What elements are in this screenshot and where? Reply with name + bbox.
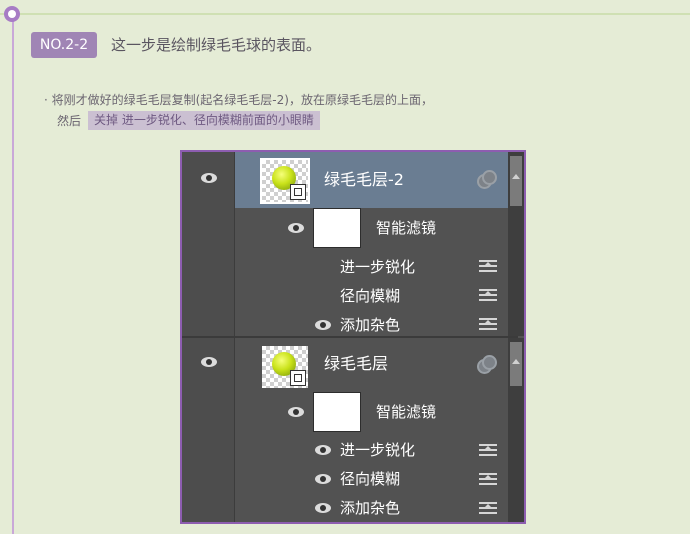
eye-icon[interactable]: [315, 445, 331, 455]
instruction-highlight: 关掉 进一步锐化、径向模糊前面的小眼睛: [88, 111, 320, 130]
filter-options-icon[interactable]: [479, 288, 497, 302]
smart-filter-link-icon[interactable]: [477, 355, 497, 374]
smart-filter-mask-thumbnail[interactable]: [313, 208, 361, 248]
filter-options-icon[interactable]: [479, 472, 497, 486]
smart-filter-mask-thumbnail[interactable]: [313, 392, 361, 432]
smart-filters-label[interactable]: 智能滤镜: [376, 403, 436, 421]
layer-row-green-fur-2[interactable]: 绿毛毛层-2: [235, 152, 518, 208]
instruction-line-2-prefix: 然后: [57, 114, 82, 128]
filter-add-noise[interactable]: 添加杂色: [340, 316, 400, 334]
smart-object-icon: [290, 184, 306, 200]
timeline-line: [12, 14, 14, 534]
filter-sharpen-more[interactable]: 进一步锐化: [340, 258, 415, 276]
scrollbar-thumb[interactable]: [510, 342, 522, 386]
smart-filters-label[interactable]: 智能滤镜: [376, 219, 436, 237]
filter-radial-blur[interactable]: 径向模糊: [340, 470, 400, 488]
step-title: 这一步是绘制绿毛毛球的表面。: [111, 36, 322, 54]
eye-icon[interactable]: [288, 407, 304, 417]
filter-options-icon[interactable]: [479, 501, 497, 515]
eye-icon[interactable]: [315, 503, 331, 513]
layer-thumbnail: [260, 158, 310, 204]
eye-icon[interactable]: [288, 223, 304, 233]
timeline-dot: [4, 6, 20, 22]
filter-add-noise[interactable]: 添加杂色: [340, 499, 400, 517]
filter-options-icon[interactable]: [479, 259, 497, 273]
layer-row-green-fur[interactable]: 绿毛毛层: [235, 338, 518, 394]
eye-icon[interactable]: [201, 357, 217, 367]
eye-icon[interactable]: [315, 320, 331, 330]
smart-object-icon: [290, 370, 306, 386]
filter-sharpen-more[interactable]: 进一步锐化: [340, 441, 415, 459]
step-badge: NO.2-2: [31, 32, 97, 58]
layers-panel: 绿毛毛层-2 智能滤镜 进一步锐化 径向模糊 添加杂色 绿毛毛层 智能滤镜 进一…: [180, 150, 526, 524]
scroll-up-arrow[interactable]: [512, 174, 520, 179]
filter-options-icon[interactable]: [479, 443, 497, 457]
scroll-up-arrow[interactable]: [512, 359, 520, 364]
layer-name: 绿毛毛层-2: [324, 170, 404, 189]
layer-thumbnail: [262, 346, 308, 388]
filter-radial-blur[interactable]: 径向模糊: [340, 287, 400, 305]
scrollbar-thumb[interactable]: [510, 156, 522, 206]
filter-options-icon[interactable]: [479, 317, 497, 331]
eye-icon[interactable]: [201, 173, 217, 183]
smart-filter-link-icon[interactable]: [477, 170, 497, 189]
eye-icon[interactable]: [315, 474, 331, 484]
instruction-line-1: · 将刚才做好的绿毛毛层复制(起名绿毛毛层-2)，放在原绿毛毛层的上面，: [44, 93, 433, 107]
layer-name: 绿毛毛层: [324, 354, 389, 373]
top-divider: [0, 13, 690, 15]
